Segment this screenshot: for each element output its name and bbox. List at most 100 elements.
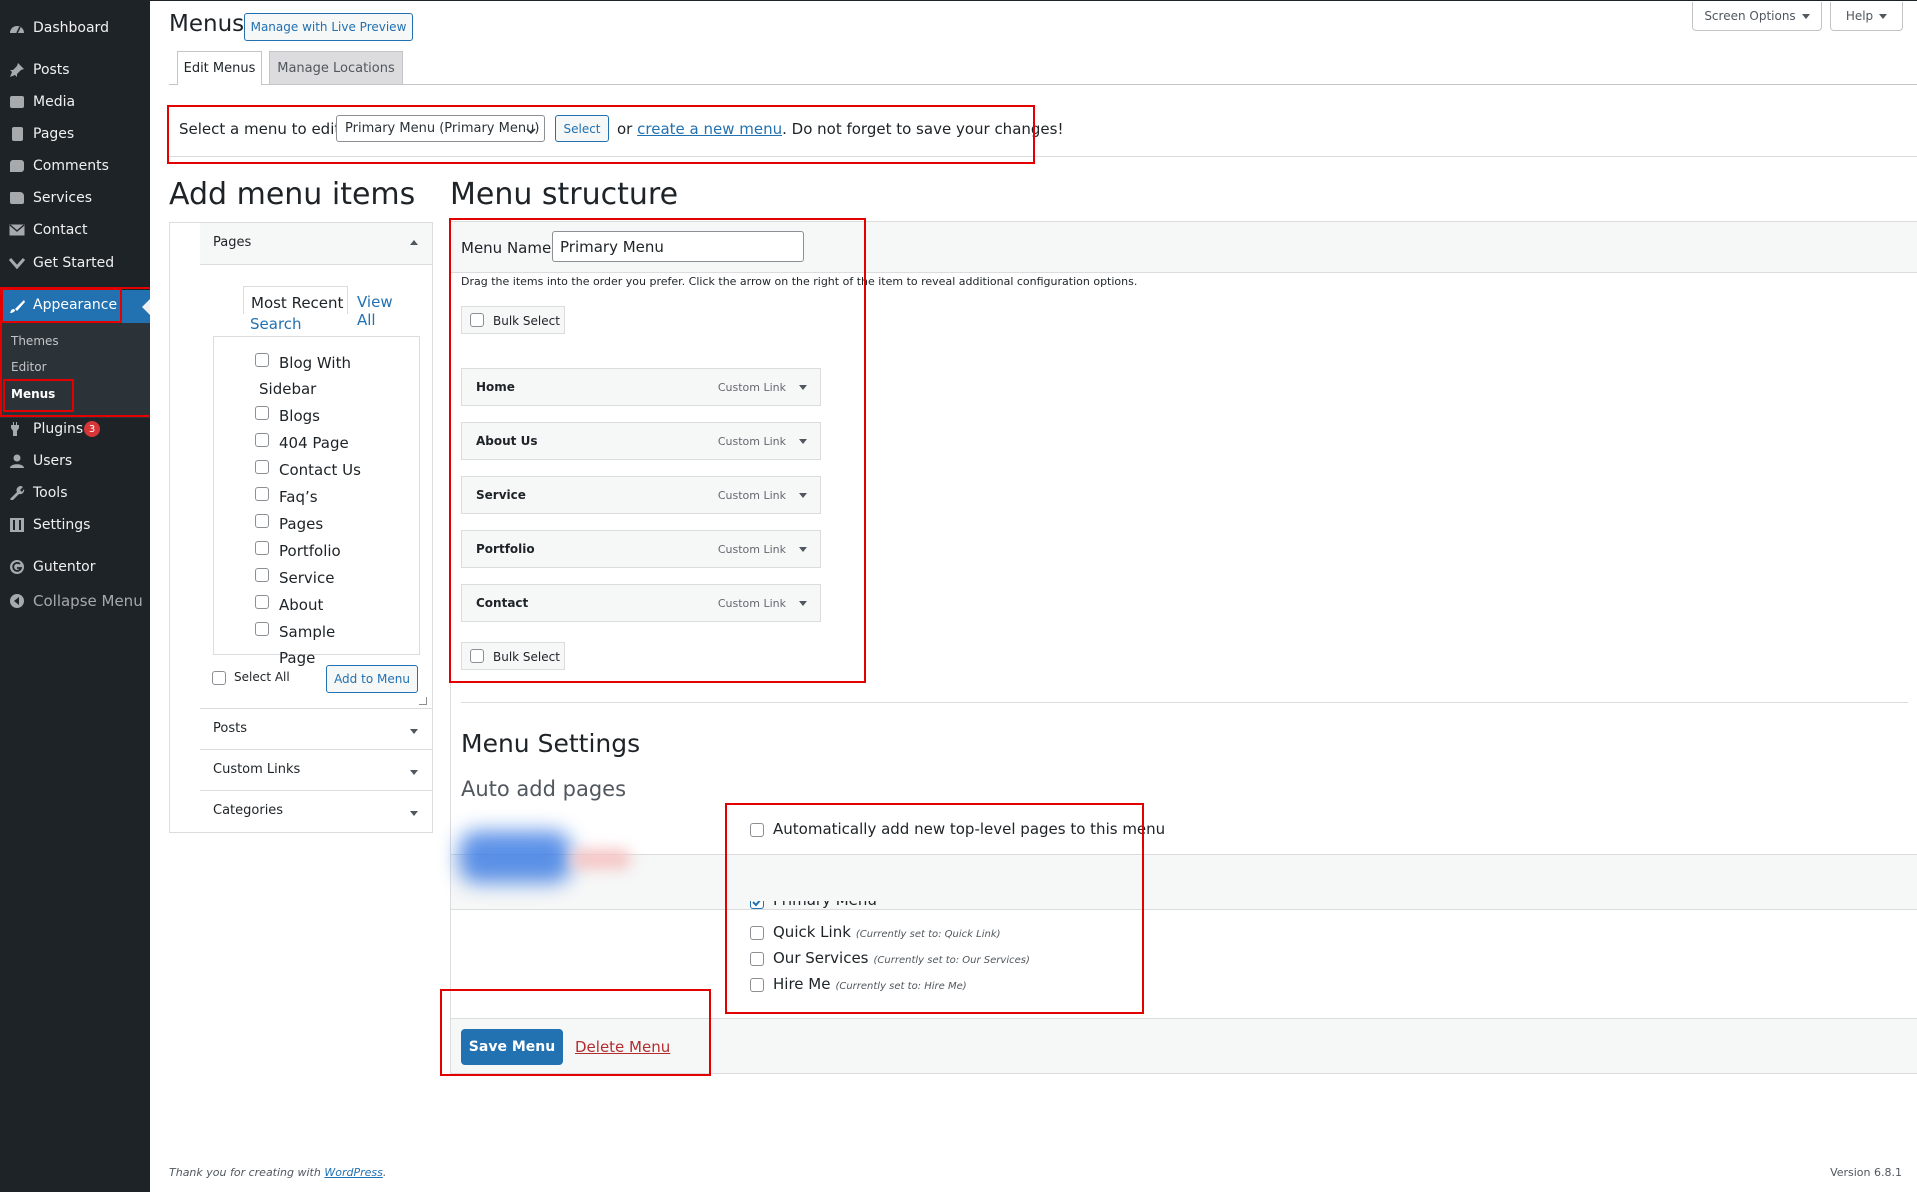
- auto-add-label: Automatically add new top-level pages to…: [773, 820, 1166, 838]
- submenu-themes[interactable]: Themes: [11, 334, 59, 348]
- paintbrush-icon: [9, 299, 25, 313]
- collapse-menu-button[interactable]: Collapse Menu: [0, 586, 150, 616]
- select-all-checkbox[interactable]: [212, 671, 226, 685]
- sidebar-item-tools[interactable]: Tools: [0, 478, 150, 508]
- page-checkbox[interactable]: [255, 406, 269, 420]
- tab-search[interactable]: Search: [250, 315, 302, 333]
- plugins-update-badge: 3: [84, 421, 100, 437]
- page-label: Contact Us: [279, 461, 361, 479]
- sidebar-item-pages[interactable]: Pages: [0, 119, 150, 149]
- sidebar-item-get-started[interactable]: Get Started: [0, 248, 150, 278]
- sidebar-item-services[interactable]: Services: [0, 183, 150, 213]
- page-checkbox[interactable]: [255, 460, 269, 474]
- menu-item-type: Custom Link: [717, 542, 786, 556]
- admin-sidebar: Dashboard Posts Media Pages Comments Ser…: [0, 0, 150, 1192]
- page-label: Faq’s: [279, 488, 318, 506]
- auto-add-heading: Auto add pages: [461, 777, 627, 801]
- sidebar-item-plugins[interactable]: Plugins 3: [0, 414, 150, 444]
- delete-menu-link[interactable]: Delete Menu: [575, 1038, 670, 1056]
- location-checkbox[interactable]: [750, 952, 764, 966]
- menu-item-title: Home: [476, 380, 515, 394]
- bulk-select-checkbox[interactable]: [470, 649, 484, 663]
- menu-item-toggle-icon[interactable]: [799, 385, 807, 390]
- sidebar-item-gutentor[interactable]: Gutentor: [0, 552, 150, 582]
- page-label: About: [279, 596, 324, 614]
- bulk-select-bottom[interactable]: Bulk Select: [461, 642, 565, 670]
- menu-name-input[interactable]: Primary Menu: [552, 231, 804, 262]
- create-new-menu-link[interactable]: create a new menu: [637, 120, 782, 138]
- menu-item-toggle-icon[interactable]: [799, 547, 807, 552]
- page-checkbox[interactable]: [255, 514, 269, 528]
- current-arrow: [142, 299, 150, 315]
- tab-view-all[interactable]: View All: [357, 293, 403, 329]
- location-checkbox[interactable]: [750, 926, 764, 940]
- select-menu-label: Select a menu to edit:: [179, 120, 346, 138]
- media-icon: [9, 95, 25, 109]
- caret-up-icon: [410, 240, 418, 245]
- page-checkbox[interactable]: [255, 541, 269, 555]
- sidebar-item-dashboard[interactable]: Dashboard: [0, 13, 150, 43]
- page-checkbox[interactable]: [255, 595, 269, 609]
- tab-manage-locations[interactable]: Manage Locations: [269, 51, 403, 84]
- location-note: (Currently set to: Hire Me): [835, 981, 967, 992]
- blurred-region: [459, 831, 571, 883]
- menu-item[interactable]: Service Custom Link: [461, 476, 821, 514]
- menu-item[interactable]: Contact Custom Link: [461, 584, 821, 622]
- chevron-down-icon: [9, 256, 25, 270]
- save-menu-button[interactable]: Save Menu: [461, 1029, 563, 1065]
- screen-options-button[interactable]: Screen Options: [1692, 2, 1822, 31]
- caret-down-icon: [410, 770, 418, 775]
- submenu-menus[interactable]: Menus: [11, 387, 55, 401]
- sidebar-item-comments[interactable]: Comments: [0, 151, 150, 181]
- page-label: Pages: [279, 515, 324, 533]
- menu-item-toggle-icon[interactable]: [799, 493, 807, 498]
- location-note: (Currently set to: Our Services): [873, 955, 1030, 966]
- menu-structure-heading: Menu structure: [450, 177, 679, 212]
- tab-most-recent[interactable]: Most Recent: [243, 286, 348, 314]
- sidebar-item-posts[interactable]: Posts: [0, 55, 150, 85]
- menu-management: Menu Name Primary Menu Drag the items in…: [450, 221, 1917, 1074]
- menu-item-toggle-icon[interactable]: [799, 439, 807, 444]
- menu-item-title: Service: [476, 488, 526, 502]
- tab-edit-menus[interactable]: Edit Menus: [177, 51, 262, 85]
- mail-icon: [9, 223, 25, 237]
- location-primary-label: Primary Menu: [773, 901, 877, 909]
- auto-add-checkbox[interactable]: [750, 823, 764, 837]
- posts-accordion-header[interactable]: Posts: [200, 708, 432, 748]
- menu-item-toggle-icon[interactable]: [799, 601, 807, 606]
- bulk-select-checkbox[interactable]: [470, 313, 484, 327]
- wordpress-link[interactable]: WordPress: [324, 1166, 383, 1179]
- menu-item[interactable]: Portfolio Custom Link: [461, 530, 821, 568]
- submenu-editor[interactable]: Editor: [11, 360, 47, 374]
- sidebar-item-contact[interactable]: Contact: [0, 215, 150, 245]
- categories-accordion-header[interactable]: Categories: [200, 790, 432, 830]
- location-primary-checkbox[interactable]: [750, 901, 764, 909]
- menu-select[interactable]: Primary Menu (Primary Menu): [336, 115, 545, 142]
- location-note: (Currently set to: Quick Link): [855, 929, 1001, 940]
- gutentor-icon: [9, 560, 25, 574]
- location-checkbox[interactable]: [750, 978, 764, 992]
- display-location-bar: [451, 854, 1917, 910]
- sidebar-item-media[interactable]: Media: [0, 87, 150, 117]
- page-checkbox[interactable]: [255, 433, 269, 447]
- bulk-select-top[interactable]: Bulk Select: [461, 306, 565, 334]
- page-checkbox[interactable]: [255, 568, 269, 582]
- add-to-menu-button[interactable]: Add to Menu: [326, 665, 418, 693]
- sidebar-item-users[interactable]: Users: [0, 446, 150, 476]
- menu-item-type: Custom Link: [717, 488, 786, 502]
- sidebar-item-settings[interactable]: Settings: [0, 510, 150, 540]
- resize-grip[interactable]: [419, 697, 427, 705]
- page-checkbox[interactable]: [255, 487, 269, 501]
- caret-down-icon: [410, 811, 418, 816]
- live-preview-button[interactable]: Manage with Live Preview: [244, 13, 413, 41]
- location-name: Quick Link: [773, 923, 851, 941]
- help-button[interactable]: Help: [1830, 2, 1903, 31]
- custom-links-accordion-header[interactable]: Custom Links: [200, 749, 432, 789]
- page-checkbox[interactable]: [255, 622, 269, 636]
- menu-item[interactable]: Home Custom Link: [461, 368, 821, 406]
- sidebar-item-appearance[interactable]: Appearance: [0, 290, 150, 323]
- pages-accordion-header[interactable]: Pages: [200, 223, 432, 265]
- location-primary-clip: Primary Menu: [740, 901, 1140, 911]
- select-button[interactable]: Select: [555, 115, 609, 142]
- menu-item[interactable]: About Us Custom Link: [461, 422, 821, 460]
